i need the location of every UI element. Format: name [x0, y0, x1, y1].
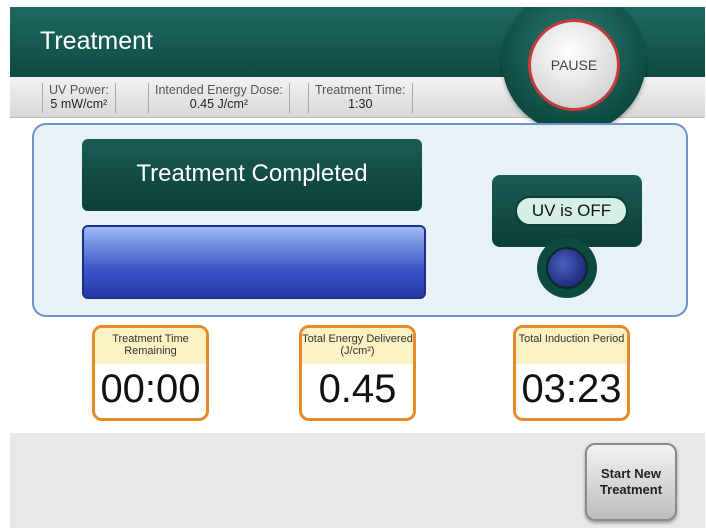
stat-label: Total Energy Delivered (J/cm²)	[302, 328, 413, 364]
stat-label: Treatment Time Remaining	[95, 328, 206, 364]
uv-status-label: UV is OFF	[515, 196, 628, 226]
treatment-screen: Treatment UV Power: 5 mW/cm² Intended En…	[10, 7, 705, 528]
energy-dose-label: Intended Energy Dose:	[155, 83, 283, 97]
uv-power-value: 5 mW/cm²	[50, 97, 108, 111]
treatment-time-value: 1:30	[348, 97, 373, 111]
stat-label: Total Induction Period	[516, 328, 627, 364]
stat-energy-delivered: Total Energy Delivered (J/cm²) 0.45	[299, 325, 416, 421]
energy-dose-value: 0.45 J/cm²	[189, 97, 249, 111]
stat-value: 0.45	[318, 367, 397, 411]
uv-power-label: UV Power:	[49, 83, 109, 97]
treatment-time-label: Treatment Time:	[315, 83, 406, 97]
page-title: Treatment	[40, 27, 154, 55]
stat-value: 00:00	[100, 367, 201, 411]
stat-induction-period: Total Induction Period 03:23	[513, 325, 630, 421]
stat-time-remaining: Treatment Time Remaining 00:00	[92, 325, 209, 421]
treatment-time-info: Treatment Time: 1:30	[308, 83, 413, 113]
stat-value: 03:23	[521, 367, 622, 411]
uv-power-info: UV Power: 5 mW/cm²	[42, 83, 116, 113]
treatment-progress-bar	[82, 225, 426, 299]
pause-button[interactable]: PAUSE	[528, 19, 620, 111]
start-new-treatment-button[interactable]: Start New Treatment	[585, 443, 677, 521]
energy-dose-info: Intended Energy Dose: 0.45 J/cm²	[148, 83, 290, 113]
start-new-treatment-label: Start New Treatment	[599, 466, 663, 497]
progress-fill	[84, 227, 424, 297]
uv-lamp-indicator-icon	[546, 247, 588, 289]
treatment-status-message: Treatment Completed	[82, 139, 422, 211]
